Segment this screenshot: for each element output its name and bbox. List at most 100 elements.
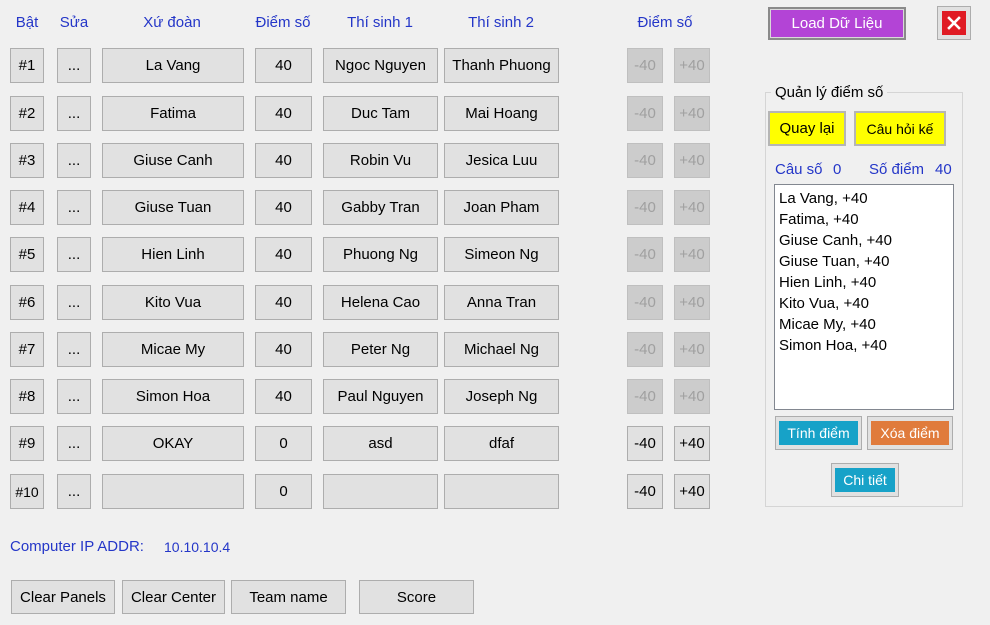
row-toggle-button[interactable]: #2 [10,96,44,131]
row-contestant-2-field[interactable] [444,474,559,509]
row-team-field[interactable] [102,474,244,509]
row-minus-button[interactable]: -40 [627,237,663,272]
row-toggle-button[interactable]: #8 [10,379,44,414]
row-contestant-2-field[interactable]: Mai Hoang [444,96,559,131]
row-contestant-1-field[interactable]: Gabby Tran [323,190,438,225]
row-contestant-2-field[interactable]: Anna Tran [444,285,559,320]
score-button[interactable]: Score [359,580,474,614]
list-item[interactable]: Giuse Tuan, +40 [779,251,949,272]
row-contestant-2-field[interactable]: dfaf [444,426,559,461]
row-team-field[interactable]: La Vang [102,48,244,83]
row-minus-button[interactable]: -40 [627,143,663,178]
row-score-field[interactable]: 40 [255,143,312,178]
team-name-button[interactable]: Team name [231,580,346,614]
row-toggle-button[interactable]: #9 [10,426,44,461]
row-contestant-1-field[interactable]: Duc Tam [323,96,438,131]
row-edit-button[interactable]: ... [57,143,91,178]
row-contestant-1-field[interactable]: Robin Vu [323,143,438,178]
row-toggle-button[interactable]: #6 [10,285,44,320]
row-contestant-1-field[interactable]: Paul Nguyen [323,379,438,414]
row-score-field[interactable]: 40 [255,48,312,83]
load-data-button[interactable]: Load Dữ Liệu [768,7,906,40]
row-contestant-1-field[interactable]: Ngoc Nguyen [323,48,438,83]
row-minus-button[interactable]: -40 [627,332,663,367]
row-toggle-button[interactable]: #5 [10,237,44,272]
row-contestant-1-field[interactable]: Phuong Ng [323,237,438,272]
row-plus-button[interactable]: +40 [674,285,710,320]
row-score-field[interactable]: 40 [255,190,312,225]
row-team-field[interactable]: OKAY [102,426,244,461]
detail-face[interactable]: Chi tiết [835,468,895,492]
row-minus-button[interactable]: -40 [627,474,663,509]
row-toggle-button[interactable]: #4 [10,190,44,225]
row-minus-button[interactable]: -40 [627,285,663,320]
next-question-button[interactable]: Câu hỏi kế [854,111,946,146]
row-contestant-1-field[interactable]: asd [323,426,438,461]
row-minus-button[interactable]: -40 [627,379,663,414]
row-edit-button[interactable]: ... [57,426,91,461]
row-edit-button[interactable]: ... [57,96,91,131]
score-change-list[interactable]: La Vang, +40 Fatima, +40 Giuse Canh, +40 Gi… [774,184,954,410]
row-toggle-button[interactable]: #1 [10,48,44,83]
list-item[interactable]: Fatima, +40 [779,209,949,230]
row-plus-button[interactable]: +40 [674,237,710,272]
row-score-field[interactable]: 40 [255,237,312,272]
row-score-field[interactable]: 40 [255,285,312,320]
row-plus-button[interactable]: +40 [674,143,710,178]
row-plus-button[interactable]: +40 [674,379,710,414]
row-edit-button[interactable]: ... [57,332,91,367]
close-button[interactable] [937,6,971,40]
clear-center-button[interactable]: Clear Center [122,580,225,614]
list-item[interactable]: Giuse Canh, +40 [779,230,949,251]
row-contestant-2-field[interactable]: Simeon Ng [444,237,559,272]
row-contestant-2-field[interactable]: Thanh Phuong [444,48,559,83]
row-edit-button[interactable]: ... [57,285,91,320]
row-minus-button[interactable]: -40 [627,96,663,131]
row-toggle-button[interactable]: #10 [10,474,44,509]
list-item[interactable]: Kito Vua, +40 [779,293,949,314]
row-minus-button[interactable]: -40 [627,190,663,225]
list-item[interactable]: Simon Hoa, +40 [779,335,949,356]
back-button[interactable]: Quay lại [768,111,846,146]
row-plus-button[interactable]: +40 [674,48,710,83]
row-team-field[interactable]: Giuse Canh [102,143,244,178]
row-score-field[interactable]: 40 [255,379,312,414]
row-contestant-1-field[interactable] [323,474,438,509]
row-contestant-2-field[interactable]: Joseph Ng [444,379,559,414]
row-team-field[interactable]: Simon Hoa [102,379,244,414]
row-edit-button[interactable]: ... [57,379,91,414]
clear-panels-button[interactable]: Clear Panels [11,580,115,614]
row-toggle-button[interactable]: #7 [10,332,44,367]
list-item[interactable]: La Vang, +40 [779,188,949,209]
clear-score-face[interactable]: Xóa điểm [871,421,949,445]
row-contestant-2-field[interactable]: Joan Pham [444,190,559,225]
row-contestant-2-field[interactable]: Michael Ng [444,332,559,367]
calculate-score-face[interactable]: Tính điểm [779,421,858,445]
row-contestant-1-field[interactable]: Helena Cao [323,285,438,320]
row-edit-button[interactable]: ... [57,474,91,509]
row-score-field[interactable]: 40 [255,96,312,131]
row-plus-button[interactable]: +40 [674,96,710,131]
row-edit-button[interactable]: ... [57,48,91,83]
row-contestant-2-field[interactable]: Jesica Luu [444,143,559,178]
row-team-field[interactable]: Giuse Tuan [102,190,244,225]
row-team-field[interactable]: Fatima [102,96,244,131]
row-plus-button[interactable]: +40 [674,190,710,225]
list-item[interactable]: Micae My, +40 [779,314,949,335]
row-team-field[interactable]: Hien Linh [102,237,244,272]
row-minus-button[interactable]: -40 [627,48,663,83]
row-score-field[interactable]: 40 [255,332,312,367]
row-edit-button[interactable]: ... [57,190,91,225]
row-score-field[interactable]: 0 [255,474,312,509]
row-team-field[interactable]: Micae My [102,332,244,367]
list-item[interactable]: Hien Linh, +40 [779,272,949,293]
row-contestant-1-field[interactable]: Peter Ng [323,332,438,367]
row-minus-button[interactable]: -40 [627,426,663,461]
row-team-field[interactable]: Kito Vua [102,285,244,320]
row-score-field[interactable]: 0 [255,426,312,461]
row-edit-button[interactable]: ... [57,237,91,272]
row-toggle-button[interactable]: #3 [10,143,44,178]
row-plus-button[interactable]: +40 [674,332,710,367]
row-plus-button[interactable]: +40 [674,426,710,461]
row-plus-button[interactable]: +40 [674,474,710,509]
